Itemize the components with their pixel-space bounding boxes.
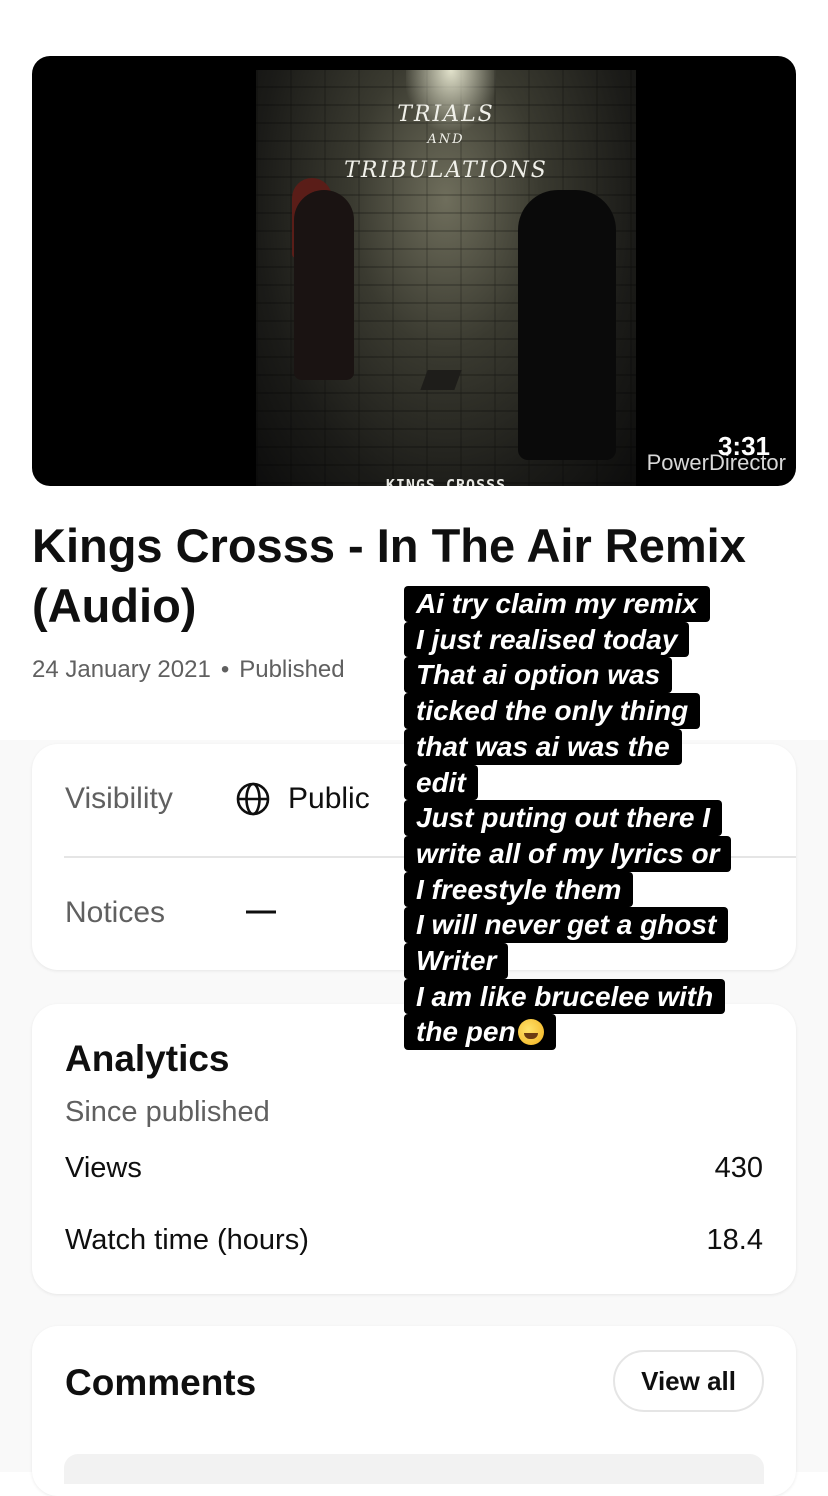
- video-thumbnail[interactable]: TRIALS AND TRIBULATIONS KINGS CROSSS Pow…: [32, 56, 796, 486]
- page: TRIALS AND TRIBULATIONS KINGS CROSSS Pow…: [0, 0, 828, 1496]
- overlay-line: edit: [404, 764, 478, 801]
- globe-icon: [236, 782, 270, 816]
- overlay-line: Just puting out there I: [404, 800, 722, 836]
- views-label: Views: [65, 1152, 142, 1184]
- artwork-artist: KINGS CROSSS: [385, 476, 507, 486]
- analytics-title: Analytics: [65, 1038, 230, 1079]
- watch-time-value: 18.4: [706, 1224, 763, 1256]
- overlay-line: That ai option was: [404, 657, 673, 694]
- visibility-label: Visibility: [65, 782, 173, 815]
- album-artwork: TRIALS AND TRIBULATIONS KINGS CROSSS: [256, 70, 636, 486]
- overlay-line: Ai try claim my remix: [404, 586, 710, 622]
- views-value: 430: [714, 1152, 763, 1184]
- artwork-book: [420, 370, 462, 390]
- video-meta: 24 January 2021 • Published: [32, 656, 345, 684]
- visibility-value[interactable]: Public: [288, 782, 370, 816]
- artwork-man-figure: [518, 190, 616, 460]
- overlay-line: I freestyle them: [404, 871, 634, 908]
- comments-card: Comments View all: [32, 1326, 796, 1496]
- overlay-line-last: the pen: [404, 1014, 556, 1051]
- overlay-line: Writer: [404, 943, 509, 979]
- artwork-title-line1: TRIALS: [397, 102, 495, 127]
- overlay-line-text: the pen: [416, 1016, 516, 1048]
- overlay-line: ticked the only thing: [404, 693, 701, 729]
- overlay-line: I just realised today: [404, 621, 690, 658]
- laughing-emoji-icon: [517, 1019, 544, 1046]
- meta-separator: •: [220, 656, 230, 683]
- overlay-line: I am like brucelee with: [404, 978, 726, 1015]
- notices-label: Notices: [65, 896, 166, 929]
- publish-date: 24 January 2021: [32, 656, 211, 683]
- video-duration: 3:31: [717, 431, 770, 461]
- artwork-woman-figure: [294, 190, 354, 380]
- artwork-title-line2: AND: [427, 132, 465, 147]
- comment-preview[interactable]: [64, 1454, 764, 1484]
- story-text-overlay: Ai try claim my remix I just realised to…: [404, 586, 804, 1051]
- view-all-comments-button[interactable]: View all: [613, 1350, 764, 1412]
- overlay-line: I will never get a ghost: [404, 907, 729, 944]
- watch-time-label: Watch time (hours): [65, 1224, 309, 1256]
- overlay-line: write all of my lyrics or: [404, 835, 732, 872]
- overlay-line: that was ai was the: [404, 728, 682, 765]
- analytics-subtitle: Since published: [65, 1096, 270, 1128]
- notices-value: —: [246, 894, 276, 927]
- comments-title: Comments: [65, 1362, 257, 1403]
- publish-status: Published: [239, 656, 345, 683]
